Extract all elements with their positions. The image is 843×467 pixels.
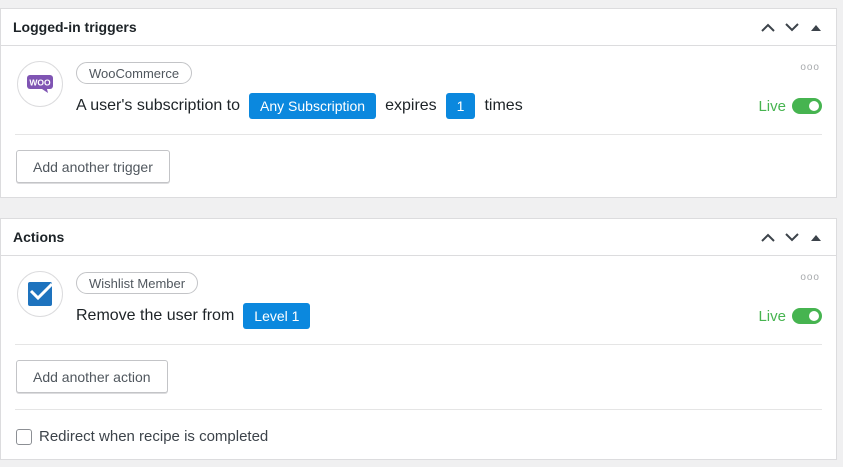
- collapse-icon[interactable]: [808, 19, 824, 35]
- trigger-button-row: Add another trigger: [1, 135, 836, 199]
- wishlist-member-icon: [17, 271, 63, 317]
- triggers-header: Logged-in triggers: [1, 9, 836, 46]
- action-status: Live: [758, 303, 822, 329]
- redirect-row: Redirect when recipe is completed: [1, 410, 836, 463]
- triggers-title: Logged-in triggers: [13, 19, 137, 35]
- live-label: Live: [758, 307, 786, 325]
- move-up-icon[interactable]: [760, 229, 776, 245]
- action-button-row: Add another action: [1, 345, 836, 409]
- live-toggle[interactable]: [792, 98, 822, 114]
- woocommerce-icon: WOO: [17, 61, 63, 107]
- actions-panel: Actions Wishlist Member Remove the user …: [0, 218, 837, 460]
- actions-header: Actions: [1, 219, 836, 256]
- trigger-item: WOO WooCommerce A user's subscription to…: [1, 46, 836, 134]
- triggers-panel: Logged-in triggers WOO WooCommerce A use…: [0, 8, 837, 198]
- actions-controls: [760, 229, 824, 245]
- move-down-icon[interactable]: [784, 229, 800, 245]
- add-trigger-button[interactable]: Add another trigger: [16, 150, 170, 183]
- toggle-knob: [809, 311, 819, 321]
- move-up-icon[interactable]: [760, 19, 776, 35]
- action-item: Wishlist Member Remove the user from Lev…: [1, 256, 836, 344]
- trigger-sentence: A user's subscription to Any Subscriptio…: [76, 93, 523, 119]
- collapse-icon[interactable]: [808, 229, 824, 245]
- redirect-checkbox[interactable]: [16, 429, 32, 445]
- times-token[interactable]: 1: [445, 93, 476, 119]
- integration-pill-wishlist: Wishlist Member: [76, 272, 199, 294]
- actions-title: Actions: [13, 229, 65, 245]
- integration-pill-woocommerce: WooCommerce: [76, 62, 193, 84]
- level-token[interactable]: Level 1: [243, 303, 311, 329]
- redirect-label[interactable]: Redirect when recipe is completed: [39, 428, 268, 445]
- svg-text:WOO: WOO: [29, 78, 51, 88]
- toggle-knob: [809, 101, 819, 111]
- sentence-text: A user's subscription to: [76, 97, 241, 114]
- subscription-token[interactable]: Any Subscription: [249, 93, 377, 119]
- live-label: Live: [758, 97, 786, 115]
- move-down-icon[interactable]: [784, 19, 800, 35]
- sentence-text: times: [484, 97, 523, 114]
- live-toggle[interactable]: [792, 308, 822, 324]
- action-sentence: Remove the user from Level 1: [76, 303, 311, 329]
- add-action-button[interactable]: Add another action: [16, 360, 168, 393]
- trigger-status: Live: [758, 93, 822, 119]
- sentence-text: expires: [385, 97, 437, 114]
- triggers-controls: [760, 19, 824, 35]
- more-options-icon[interactable]: ooo: [800, 62, 820, 73]
- sentence-text: Remove the user from: [76, 307, 235, 324]
- more-options-icon[interactable]: ooo: [800, 272, 820, 283]
